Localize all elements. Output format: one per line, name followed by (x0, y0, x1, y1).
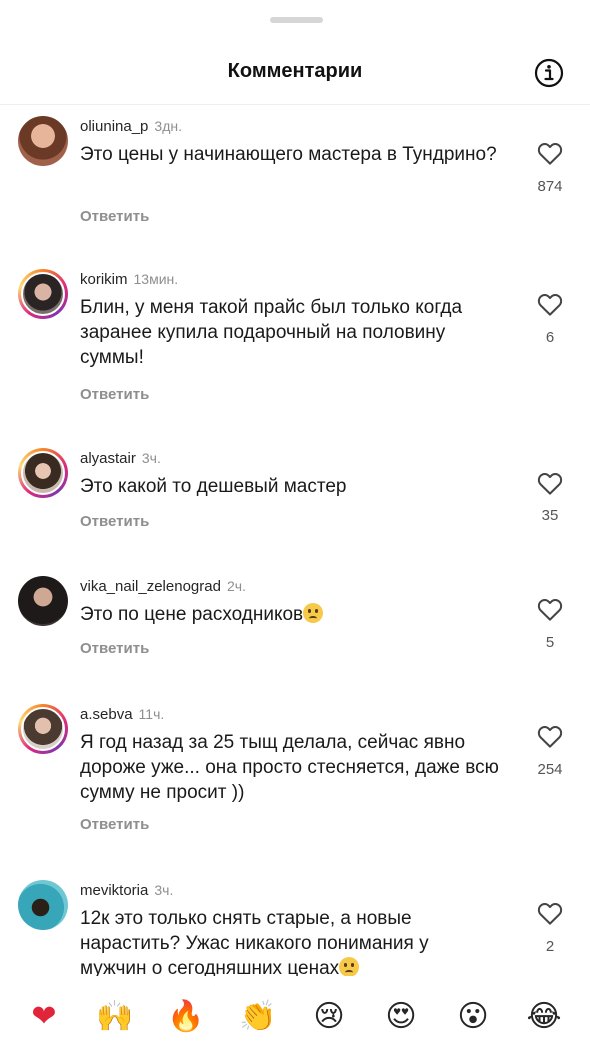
avatar[interactable] (18, 704, 68, 754)
tears-of-joy-emoji[interactable]: 😂 (522, 995, 566, 1039)
comment-username[interactable]: vika_nail_zelenograd (80, 578, 221, 595)
info-icon[interactable] (533, 57, 565, 89)
like-count: 5 (545, 634, 555, 651)
like-count: 6 (545, 329, 555, 346)
heart-eyes-emoji[interactable]: 😍 (379, 995, 423, 1039)
avatar-image (18, 880, 68, 930)
comment-username[interactable]: korikim (80, 271, 128, 288)
like-heart-icon[interactable] (535, 138, 565, 168)
comment-username[interactable]: alyastair (80, 450, 136, 467)
comment-text: 12к это только снять старые, а новые нар… (80, 908, 429, 976)
comment-time: 3дн. (154, 118, 182, 134)
like-heart-icon[interactable] (535, 898, 565, 928)
comments-list[interactable]: oliunina_p 3дн. Это цены у начинающего ма… (0, 104, 590, 976)
comment-username[interactable]: a.sebva (80, 706, 133, 723)
reply-button[interactable]: Ответить (80, 513, 149, 530)
like-heart-icon[interactable] (535, 594, 565, 624)
comment-item: a.sebva 11ч. Я год назад за 25 тыщ делала… (0, 696, 590, 871)
crying-face-emoji[interactable]: 😢 (307, 995, 351, 1039)
avatar-image (21, 707, 65, 751)
quick-emoji-bar: ❤ 🙌 🔥 👏 😢 😍 😮 😂 (0, 985, 590, 1041)
avatar-image (18, 116, 68, 166)
comment-item: korikim 13мин. Блин, у меня такой прайс б… (0, 261, 590, 441)
surprised-face-emoji[interactable]: 😮 (451, 995, 495, 1039)
comment-item: meviktoria 3ч. 12к это только снять стары… (0, 872, 590, 976)
avatar-image (21, 272, 65, 316)
comment-item: vika_nail_zelenograd 2ч. Это по цене расх… (0, 568, 590, 696)
comment-time: 13мин. (133, 271, 179, 287)
avatar[interactable] (18, 880, 68, 930)
fire-emoji[interactable]: 🔥 (164, 995, 208, 1039)
comment-text: Это какой то дешевый мастер (80, 476, 347, 497)
clapping-hands-emoji[interactable]: 👏 (236, 995, 280, 1039)
comment-item: alyastair 3ч. Это какой то дешевый мастер… (0, 440, 590, 570)
comment-time: 3ч. (141, 450, 161, 466)
page-title: Комментарии (227, 60, 363, 82)
like-count: 254 (537, 761, 563, 778)
comment-time: 2ч. (226, 578, 246, 594)
comments-header: Комментарии (0, 44, 590, 105)
sheet-grabber[interactable] (270, 17, 323, 23)
like-count: 2 (545, 938, 555, 955)
comment-item: oliunina_p 3дн. Это цены у начинающего ма… (0, 108, 590, 258)
avatar[interactable] (18, 576, 68, 626)
avatar-image (18, 576, 68, 626)
comment-text: Это по цене расходников (80, 604, 304, 625)
like-count: 35 (541, 507, 559, 524)
comment-time: 11ч. (138, 706, 165, 722)
like-heart-icon[interactable] (535, 468, 565, 498)
reply-button[interactable]: Ответить (80, 386, 149, 403)
like-heart-icon[interactable] (535, 721, 565, 751)
comment-text: Это цены у начинающего мастера в Тундрин… (80, 144, 497, 165)
like-heart-icon[interactable] (535, 289, 565, 319)
comments-sheet: Комментарии oliunina_p 3дн. Это цены у на… (0, 0, 590, 1041)
avatar[interactable] (18, 448, 68, 498)
reply-button[interactable]: Ответить (80, 208, 149, 225)
raising-hands-emoji[interactable]: 🙌 (93, 995, 137, 1039)
reply-button[interactable]: Ответить (80, 640, 149, 657)
avatar[interactable] (18, 269, 68, 319)
avatar-image (21, 451, 65, 495)
comment-text: Я год назад за 25 тыщ делала, сейчас явн… (80, 732, 499, 803)
crying-face-emoji (303, 603, 324, 623)
like-count: 874 (537, 178, 563, 195)
comment-username[interactable]: oliunina_p (80, 118, 148, 135)
comment-username[interactable]: meviktoria (80, 882, 148, 899)
reply-button[interactable]: Ответить (80, 816, 149, 833)
comment-time: 3ч. (154, 882, 174, 898)
red-heart-emoji[interactable]: ❤ (22, 995, 66, 1039)
avatar[interactable] (18, 116, 68, 166)
comment-text: Блин, у меня такой прайс был только когд… (80, 297, 463, 368)
eye-roll-emoji (339, 957, 360, 976)
